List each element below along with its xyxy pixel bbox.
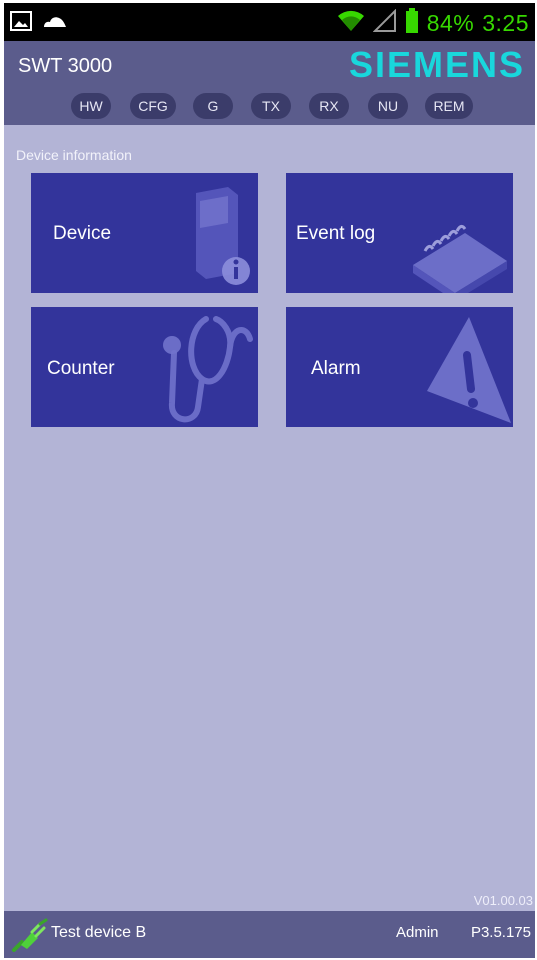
chip-nu[interactable]: NU xyxy=(368,93,408,119)
chip-g[interactable]: G xyxy=(193,93,233,119)
tile-event-log-label: Event log xyxy=(296,223,376,244)
tile-device-label: Device xyxy=(53,223,112,244)
footer-bar: Test device B Admin P3.5.175 xyxy=(4,911,535,958)
tile-alarm-label: Alarm xyxy=(311,358,361,379)
app-title: SWT 3000 xyxy=(18,55,113,77)
device-info-icon xyxy=(196,187,250,285)
wifi-icon xyxy=(337,9,365,38)
chip-hw[interactable]: HW xyxy=(71,93,111,119)
tile-event-log[interactable]: Event log xyxy=(286,173,513,293)
battery-percent: 84% xyxy=(426,10,475,36)
chip-rem[interactable]: REM xyxy=(425,93,473,119)
tile-counter[interactable]: Counter xyxy=(31,307,258,427)
section-label: Device information xyxy=(16,147,132,163)
warning-icon xyxy=(427,317,511,423)
clock: 3:25 xyxy=(482,10,529,36)
user-role: Admin xyxy=(396,924,439,941)
firmware-version: P3.5.175 xyxy=(470,924,531,941)
chip-tx[interactable]: TX xyxy=(251,93,291,119)
app-screen: 84% 3:25 SWT 3000 SIEMENS HW CFG G TX RX… xyxy=(4,3,535,958)
tile-alarm[interactable]: Alarm xyxy=(286,307,513,427)
cloud-icon xyxy=(42,13,68,34)
notification-icons xyxy=(10,10,68,37)
brand-logo: SIEMENS xyxy=(348,44,525,85)
notebook-icon xyxy=(413,224,507,293)
chip-rx[interactable]: RX xyxy=(309,93,349,119)
tile-counter-label: Counter xyxy=(47,358,115,379)
device-name: Test device B xyxy=(51,924,147,941)
signal-icon xyxy=(372,8,397,38)
stethoscope-icon xyxy=(163,316,253,423)
status-bar: 84% 3:25 xyxy=(4,3,535,41)
gallery-icon xyxy=(10,10,32,37)
system-indicators: 84% 3:25 xyxy=(337,8,529,39)
battery-icon xyxy=(405,8,419,39)
connection-plug-icon xyxy=(10,918,50,957)
app-version: V01.00.03 xyxy=(473,893,533,908)
app-header: SWT 3000 SIEMENS HW CFG G TX RX NU REM xyxy=(4,41,535,125)
tile-device[interactable]: Device xyxy=(31,173,258,293)
chip-cfg[interactable]: CFG xyxy=(130,93,176,119)
